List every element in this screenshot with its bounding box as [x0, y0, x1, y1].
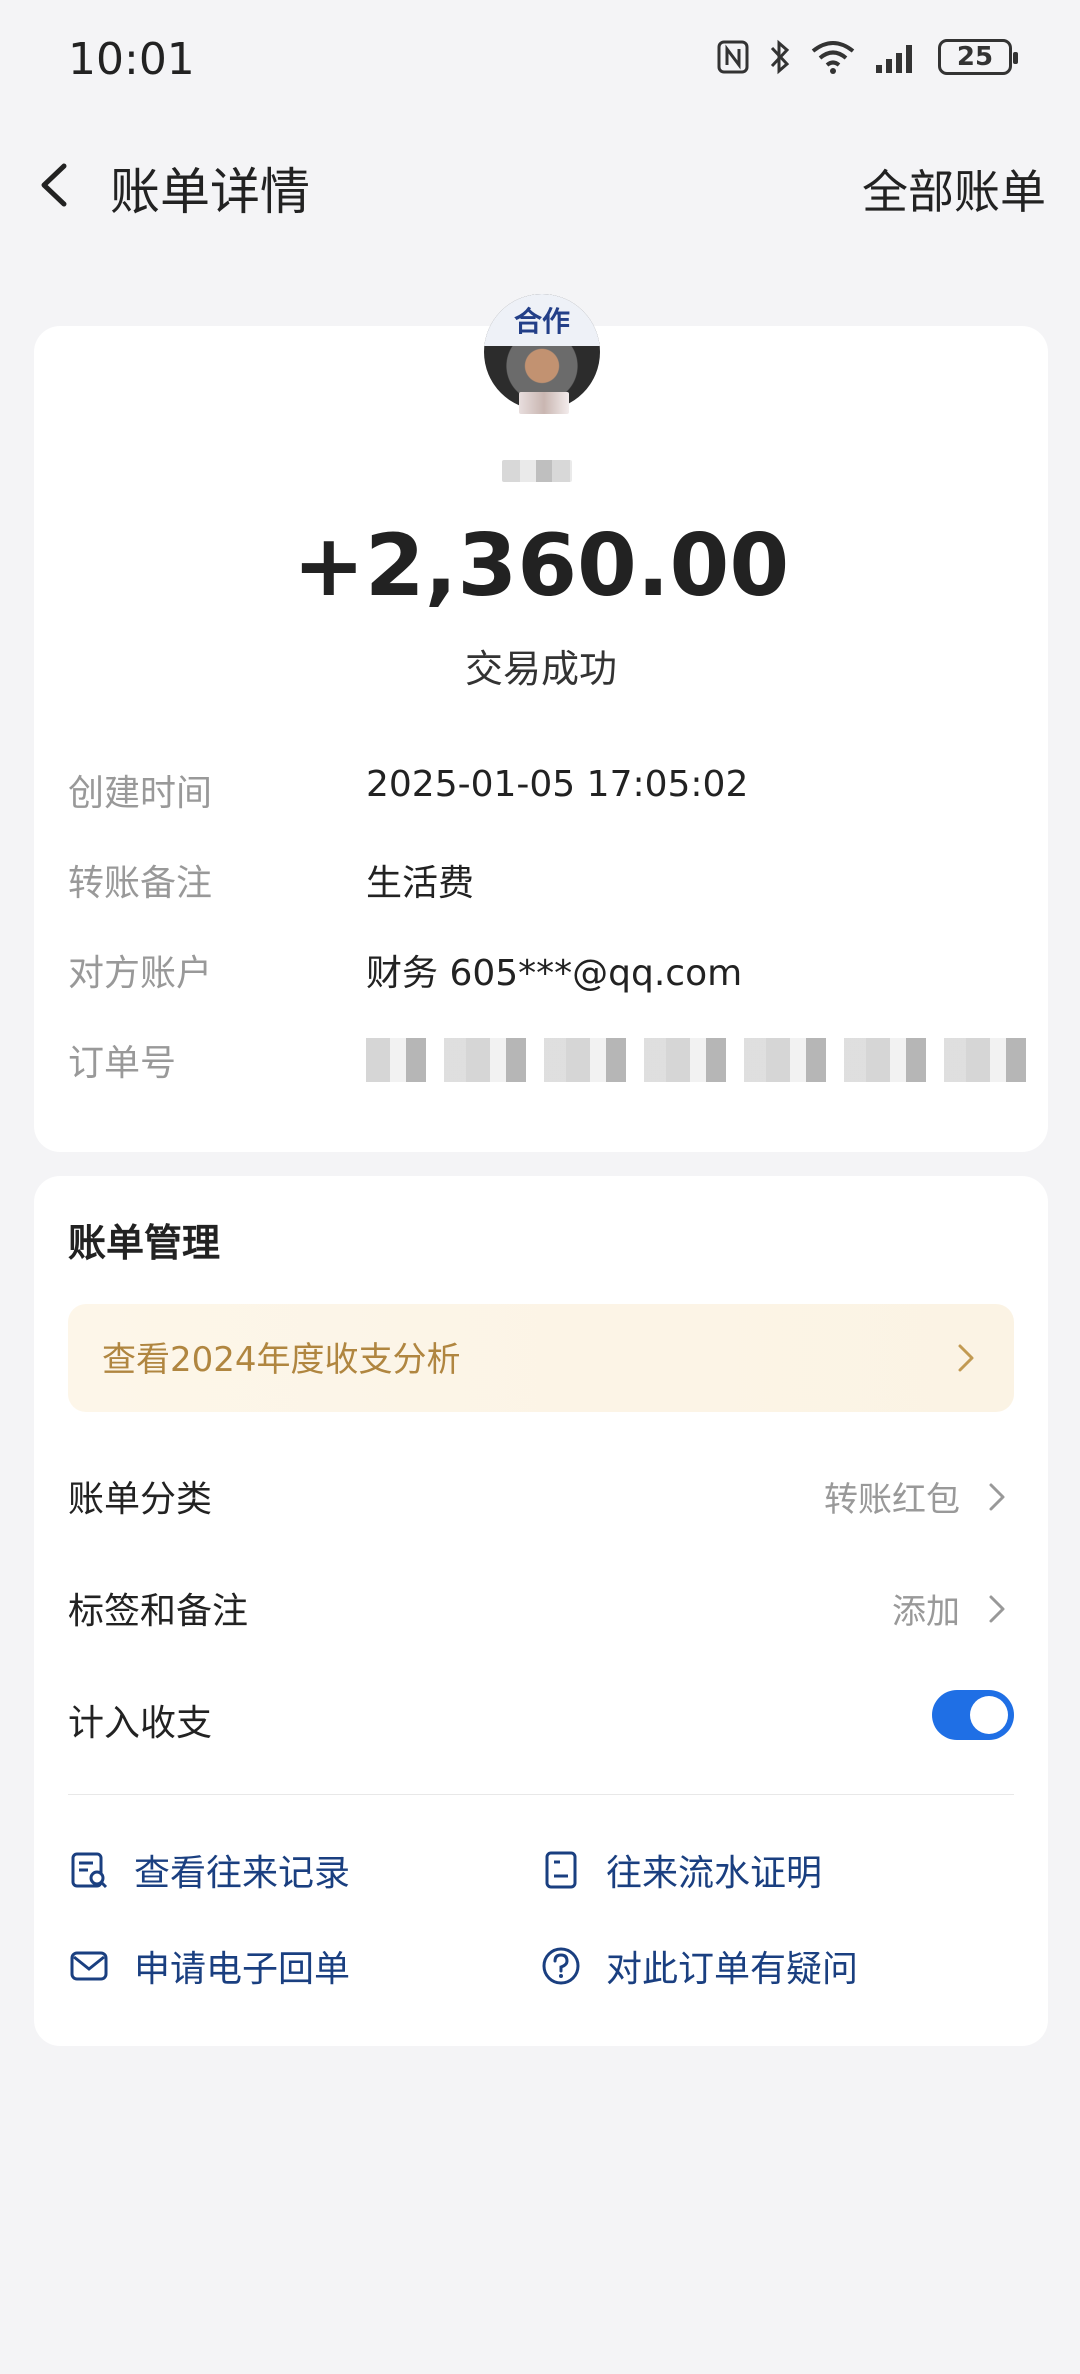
battery-level: 25	[956, 42, 994, 72]
detail-label: 对方账户	[68, 953, 213, 994]
detail-label: 创建时间	[68, 773, 213, 814]
detail-value: 生活费	[366, 863, 475, 904]
transaction-status: 交易成功	[464, 647, 617, 691]
detail-row-created-time: 创建时间 2025-01-05 17:05:02	[68, 764, 1018, 814]
mail-icon	[70, 1951, 108, 1981]
signal-icon	[876, 45, 912, 73]
action-label: 往来流水证明	[606, 1853, 823, 1894]
record-search-icon	[71, 1852, 108, 1889]
transaction-amount: +2,360.00	[292, 516, 790, 616]
section-title: 账单管理	[68, 1221, 221, 1265]
row-value: 转账红包	[824, 1480, 960, 1520]
order-question-button[interactable]: 对此订单有疑问	[540, 1936, 858, 1996]
redacted-counterparty-name	[502, 460, 572, 482]
action-label: 申请电子回单	[134, 1949, 351, 1990]
wifi-icon	[811, 41, 855, 74]
row-label: 计入收支	[68, 1703, 213, 1744]
detail-row-counterparty: 对方账户 财务 605***@qq.com	[68, 944, 1018, 994]
divider	[68, 1794, 1014, 1795]
avatar-logo: 合作	[484, 294, 600, 346]
status-icons: 25	[716, 38, 1018, 76]
chevron-right-icon	[989, 1595, 1005, 1623]
detail-row-transfer-note: 转账备注 生活费	[68, 854, 1018, 904]
status-bar: 10:01 25	[0, 0, 1080, 120]
annual-analysis-banner[interactable]: 查看2024年度收支分析	[68, 1304, 1014, 1412]
transaction-card: 合作 +2,360.00 交易成功 创建时间 2025-01-05 17:05:…	[34, 294, 1048, 1152]
chevron-right-icon	[958, 1344, 974, 1372]
row-label: 账单分类	[68, 1479, 213, 1520]
include-in-balance-row: 计入收支	[68, 1688, 1014, 1748]
nfc-icon	[717, 40, 749, 74]
detail-row-order-number: 订单号	[68, 1034, 1031, 1084]
nav-bar: 账单详情 全部账单	[0, 130, 1080, 240]
redacted-block	[519, 392, 569, 414]
status-time: 10:01	[68, 34, 195, 85]
help-icon	[542, 1947, 580, 1985]
detail-value: 2025-01-05 17:05:02	[366, 764, 749, 805]
action-label: 查看往来记录	[134, 1853, 351, 1894]
all-bills-link[interactable]: 全部账单	[862, 156, 1046, 222]
document-icon	[545, 1851, 577, 1889]
transaction-proof-button[interactable]: 往来流水证明	[540, 1840, 822, 1900]
row-value: 添加	[892, 1592, 960, 1632]
redacted-order-number	[366, 1038, 1031, 1082]
detail-label: 订单号	[68, 1043, 177, 1084]
tags-notes-row[interactable]: 标签和备注 添加	[68, 1576, 1014, 1636]
chevron-right-icon	[989, 1483, 1005, 1511]
toggle-knob	[970, 1696, 1008, 1734]
bill-management-card: 账单管理 查看2024年度收支分析 账单分类 转账红包 标签和备注 添加 计入收…	[34, 1176, 1048, 2046]
detail-label: 转账备注	[68, 863, 213, 904]
action-label: 对此订单有疑问	[606, 1949, 859, 1990]
bill-category-row[interactable]: 账单分类 转账红包	[68, 1464, 1014, 1524]
page-title: 账单详情	[110, 163, 310, 221]
e-receipt-button[interactable]: 申请电子回单	[68, 1936, 350, 1996]
detail-value: 财务 605***@qq.com	[366, 953, 743, 994]
row-label: 标签和备注	[68, 1591, 249, 1632]
battery-icon: 25	[938, 39, 1018, 75]
bluetooth-icon	[770, 39, 790, 75]
include-in-balance-toggle[interactable]	[932, 1690, 1014, 1740]
view-history-button[interactable]: 查看往来记录	[68, 1840, 350, 1900]
annual-analysis-label: 查看2024年度收支分析	[102, 1340, 461, 1380]
back-arrow-icon[interactable]	[30, 158, 84, 212]
